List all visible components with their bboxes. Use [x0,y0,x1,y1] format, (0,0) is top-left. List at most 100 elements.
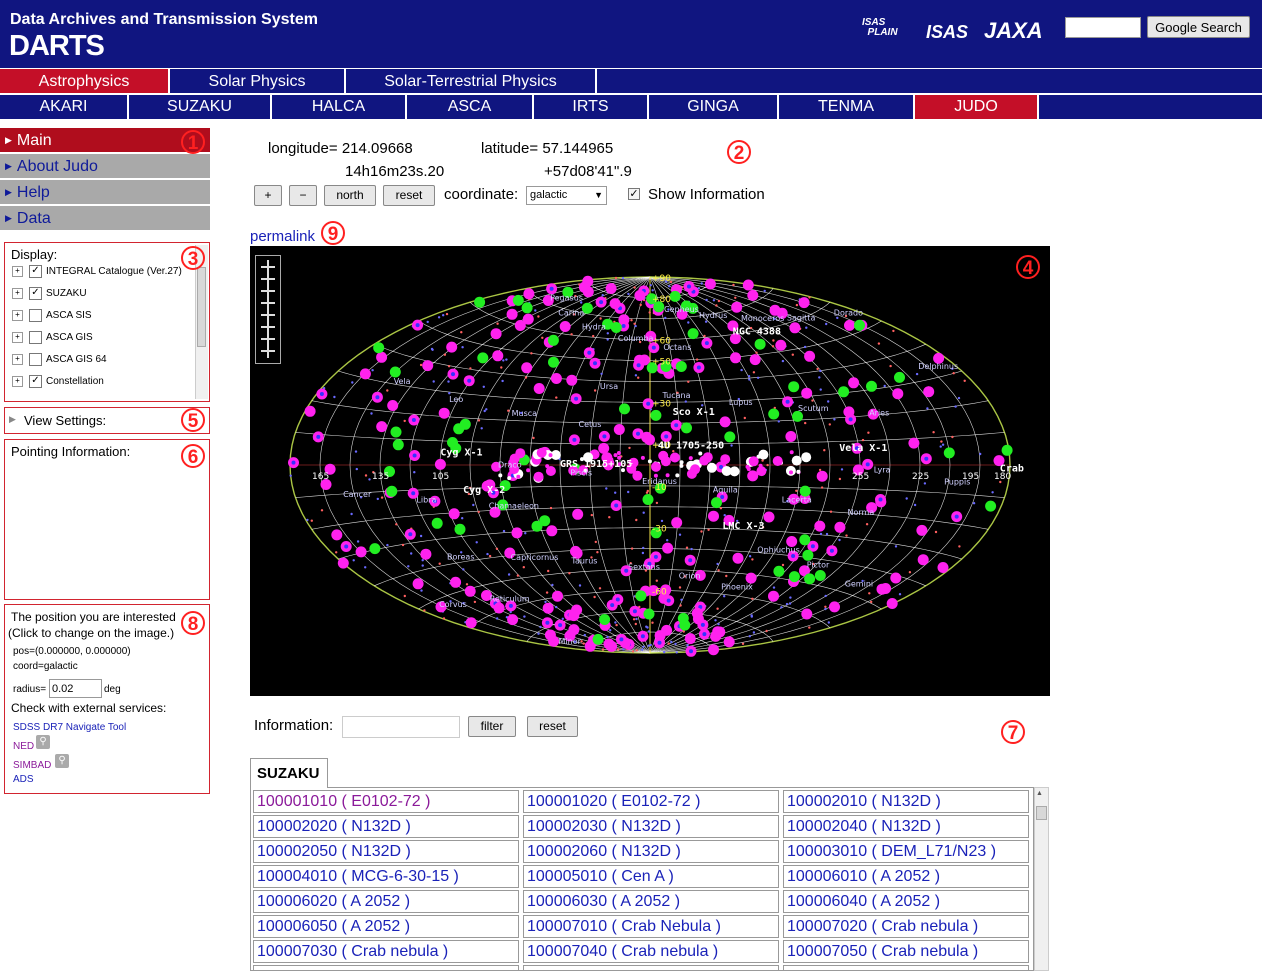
observation-link[interactable]: 100006030 ( A 2052 ) [523,890,779,913]
observation-link[interactable]: 100002030 ( N132D ) [523,815,779,838]
observation-link[interactable]: 100004010 ( MCG-6-30-15 ) [253,865,519,888]
tab-judo[interactable]: JUDO [915,95,1039,119]
view-settings-label[interactable]: View Settings: [24,413,106,428]
checkbox-asca-gis-64[interactable] [29,353,42,366]
observation-link[interactable]: 100002060 ( N132D ) [523,840,779,863]
menu-data[interactable]: ▶ Data [0,206,210,230]
observation-link[interactable]: 100007020 ( Crab nebula ) [783,915,1029,938]
checkbox-asca-gis[interactable] [29,331,42,344]
observation-link[interactable]: 100001010 ( E0102-72 ) [253,790,519,813]
tab-suzaku-results[interactable]: SUZAKU [250,758,328,788]
integral-source-marker [492,350,504,362]
table-row-partial[interactable] [783,965,1029,970]
pointing-info-panel: Pointing Information: [4,439,210,600]
simbad-search-icon[interactable]: ⚲ [55,754,69,768]
layer-suzaku[interactable]: + ✓ SUZAKU [12,287,87,301]
menu-main[interactable]: ▶ Main [0,128,210,152]
layer-asca-gis[interactable]: + ASCA GIS [12,331,93,345]
observation-link[interactable]: 100001020 ( E0102-72 ) [523,790,779,813]
tab-solar-terrestrial-physics[interactable]: Solar-Terrestrial Physics [346,69,597,93]
observation-link[interactable]: 100007050 ( Crab nebula ) [783,940,1029,963]
faint-source-dot [668,285,671,288]
zoom-in-button[interactable]: + [254,185,282,206]
search-input[interactable] [1065,17,1141,38]
observation-link[interactable]: 100002020 ( N132D ) [253,815,519,838]
source-core [614,503,619,508]
observation-link[interactable]: 100006010 ( A 2052 ) [783,865,1029,888]
expand-icon[interactable]: + [12,354,23,365]
observation-link[interactable]: 100006050 ( A 2052 ) [253,915,519,938]
observation-link[interactable]: 100003010 ( DEM_L71/N23 ) [783,840,1029,863]
observation-link[interactable]: 100007010 ( Crab Nebula ) [523,915,779,938]
checkbox-asca-sis[interactable] [29,309,42,322]
radius-input[interactable] [49,679,102,698]
checkbox-integral[interactable]: ✓ [29,265,42,278]
tab-asca[interactable]: ASCA [407,95,534,119]
table-row-partial[interactable] [253,965,519,970]
observation-link[interactable]: 100002010 ( N132D ) [783,790,1029,813]
isas-logo[interactable]: ISAS [926,22,968,43]
layer-asca-sis[interactable]: + ASCA SIS [12,309,92,323]
show-info-label[interactable]: Show Information [648,186,765,203]
expand-icon[interactable]: + [12,310,23,321]
checkbox-constellation[interactable]: ✓ [29,375,42,388]
permalink-link[interactable]: permalink [250,228,315,245]
faint-source-dot [685,546,689,549]
site-logo-darts[interactable]: DARTS [9,30,105,63]
observation-link[interactable]: 100005010 ( Cen A ) [523,865,779,888]
reset-filter-button[interactable]: reset [527,716,578,737]
observation-link[interactable]: 100007030 ( Crab nebula ) [253,940,519,963]
observation-link[interactable]: 100006040 ( A 2052 ) [783,890,1029,913]
reset-view-button[interactable]: reset [383,185,435,206]
layer-constellation[interactable]: + ✓ Constellation [12,375,104,389]
faint-source-dot [477,510,480,514]
expand-icon[interactable]: + [12,332,23,343]
observation-link[interactable]: 100002040 ( N132D ) [783,815,1029,838]
checkbox-suzaku[interactable]: ✓ [29,287,42,300]
menu-about-judo[interactable]: ▶ About Judo [0,154,210,178]
ned-link[interactable]: NED [13,741,34,752]
table-row-partial[interactable] [523,965,779,970]
faint-source-dot [803,345,807,349]
observation-link[interactable]: 100002050 ( N132D ) [253,840,519,863]
north-button[interactable]: north [324,185,376,206]
tab-halca[interactable]: HALCA [272,95,407,119]
sky-map-viewer[interactable]: +90 +80 +60 +50 +30 +10 -10 -30 -60 165 135 105 255 2… [250,246,1050,696]
zoom-scale-slider[interactable] [255,255,281,364]
faint-source-dot [637,376,640,379]
scroll-up-icon[interactable]: ▲ [1036,790,1043,797]
simbad-link[interactable]: SIMBAD [13,760,51,771]
faint-source-dot [480,427,483,430]
ned-search-icon[interactable]: ⚲ [36,735,50,749]
ads-link[interactable]: ADS [13,774,34,785]
show-info-checkbox[interactable]: ✓ [628,188,640,200]
information-filter-input[interactable] [342,716,460,738]
collapse-triangle-icon[interactable]: ▶ [9,414,16,425]
sky-map-canvas[interactable]: +90+80+60+50+30+10-10-30-60165 135 105 255 2… [250,246,1050,696]
isas-plain-logo[interactable]: ISAS PLAIN [862,18,898,38]
tab-astrophysics[interactable]: Astrophysics [0,69,170,93]
observation-link[interactable]: 100006020 ( A 2052 ) [253,890,519,913]
menu-help[interactable]: ▶ Help [0,180,210,204]
view-settings-panel[interactable]: ▶ View Settings: [4,407,210,434]
tab-tenma[interactable]: TENMA [779,95,915,119]
table-scrollbar[interactable]: ▲ [1034,787,1049,971]
expand-icon[interactable]: + [12,376,23,387]
layer-integral[interactable]: + ✓ INTEGRAL Catalogue (Ver.27) [12,265,182,279]
expand-icon[interactable]: + [12,266,23,277]
coordinate-select[interactable]: galactic ▼ [526,186,607,205]
zoom-out-button[interactable]: − [289,185,317,206]
layer-asca-gis-64[interactable]: + ASCA GIS 64 [12,353,107,367]
expand-icon[interactable]: + [12,288,23,299]
filter-button[interactable]: filter [468,716,516,737]
sdss-link[interactable]: SDSS DR7 Navigate Tool [13,722,126,733]
google-search-button[interactable]: Google Search [1147,16,1250,38]
tab-suzaku[interactable]: SUZAKU [129,95,272,119]
tab-ginga[interactable]: GINGA [649,95,779,119]
galactic-plane-source [548,453,553,458]
jaxa-logo[interactable]: JAXA [984,18,1043,44]
observation-link[interactable]: 100007040 ( Crab nebula ) [523,940,779,963]
tab-akari[interactable]: AKARI [0,95,129,119]
tab-solar-physics[interactable]: Solar Physics [170,69,346,93]
tab-irts[interactable]: IRTS [534,95,649,119]
